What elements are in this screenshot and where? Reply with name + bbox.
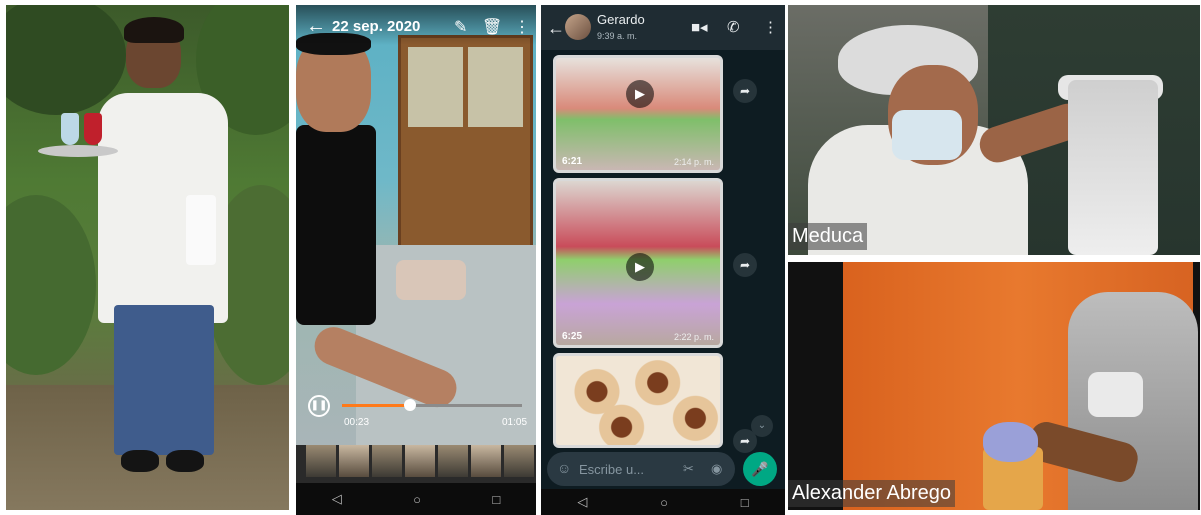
nav-recents-icon[interactable]: □: [492, 492, 500, 507]
foliage: [6, 5, 126, 115]
nav-home-icon[interactable]: ○: [660, 495, 668, 510]
input-placeholder: Escribe u...: [579, 462, 645, 477]
video-top-bar: ← 22 sep. 2020 ✎ 🗑 ⋮: [296, 5, 536, 45]
scroll-down-icon[interactable]: ⌄: [751, 415, 773, 437]
seek-progress: [342, 404, 411, 407]
cinnamon-rolls-image: [556, 356, 720, 445]
video-message[interactable]: ▶ 6:25 2:22 p. m.: [553, 178, 723, 348]
video-call-tile-2: Alexander Abrego: [788, 262, 1200, 510]
nav-back-icon[interactable]: ◁: [577, 494, 587, 510]
thumbnail[interactable]: [471, 445, 501, 477]
towel: [186, 195, 216, 265]
photo-waiter-student: [6, 5, 289, 510]
nav-back-icon[interactable]: ◁: [332, 491, 342, 507]
red-glass: [84, 113, 102, 145]
cabinet-window: [468, 47, 523, 127]
seek-bar[interactable]: [342, 399, 522, 411]
message-time: 2:22 p. m.: [673, 332, 714, 342]
forward-icon[interactable]: ➦: [733, 253, 757, 277]
foliage: [6, 195, 96, 375]
shoe: [121, 450, 159, 472]
play-icon[interactable]: ▶: [626, 80, 654, 108]
chat-header: ← Gerardo 9:39 a. m. ■◂ ✆ ⋮: [541, 5, 785, 50]
contact-name[interactable]: Gerardo: [597, 12, 645, 27]
black-shirt: [296, 125, 376, 325]
contact-status: 9:39 a. m.: [597, 31, 638, 41]
delete-icon[interactable]: 🗑: [482, 17, 502, 37]
more-vert-icon[interactable]: ⋮: [514, 17, 530, 37]
phone-icon[interactable]: ✆: [727, 18, 740, 36]
video-date: 22 sep. 2020: [332, 18, 421, 35]
mic-icon[interactable]: 🎤: [743, 452, 777, 486]
camera-icon[interactable]: ◉: [711, 461, 722, 477]
thumbnail[interactable]: [339, 445, 369, 477]
thumbnail[interactable]: [438, 445, 468, 477]
android-nav-bar: ◁ ○ □: [541, 489, 785, 515]
nav-recents-icon[interactable]: □: [741, 495, 749, 510]
thumbnail[interactable]: [306, 445, 336, 477]
serving-tray: [38, 145, 118, 157]
attach-icon[interactable]: ✂: [683, 461, 694, 477]
cabinet-window: [408, 47, 463, 127]
thumbnail[interactable]: [405, 445, 435, 477]
face-mask: [892, 110, 962, 160]
student-hair: [124, 17, 184, 43]
message-time: 2:14 p. m.: [673, 157, 714, 167]
thumbnail[interactable]: [372, 445, 402, 477]
video-call-icon[interactable]: ■◂: [691, 18, 708, 36]
pause-icon[interactable]: ❚❚: [308, 395, 330, 417]
forward-icon[interactable]: ➦: [733, 79, 757, 103]
time-total: 01:05: [502, 417, 528, 428]
blender: [1068, 80, 1158, 255]
message-input[interactable]: ☺ Escribe u... ✂ ◉: [547, 452, 735, 486]
time-current: 00:23: [344, 417, 370, 428]
more-vert-icon[interactable]: ⋮: [763, 18, 778, 36]
video-duration: 6:25: [562, 331, 583, 342]
image-message[interactable]: [553, 353, 723, 448]
avatar[interactable]: [565, 14, 591, 40]
android-nav-bar: ◁ ○ □: [296, 483, 536, 515]
glove: [983, 422, 1038, 462]
nav-home-icon[interactable]: ○: [413, 492, 421, 507]
video-thumbnail: [556, 58, 720, 170]
shoe: [166, 450, 204, 472]
jeans: [114, 305, 214, 455]
phone-video-player: ← 22 sep. 2020 ✎ 🗑 ⋮ ❚❚ 00:23 01:05 ◁ ○ …: [296, 5, 536, 515]
back-arrow-icon[interactable]: ←: [306, 15, 326, 38]
cake-dish: [396, 260, 466, 300]
play-icon[interactable]: ▶: [626, 253, 654, 281]
face-mask: [1088, 372, 1143, 417]
participant-name: Alexander Abrego: [788, 480, 956, 507]
edit-icon[interactable]: ✎: [454, 17, 467, 37]
emoji-icon[interactable]: ☺: [557, 460, 571, 476]
thumbnail[interactable]: [504, 445, 534, 477]
whatsapp-chat: ← Gerardo 9:39 a. m. ■◂ ✆ ⋮ ▶ 6:21 2:14 …: [541, 5, 785, 515]
video-message[interactable]: ▶ 6:21 2:14 p. m.: [553, 55, 723, 173]
video-call-tile-1: Meduca: [788, 5, 1200, 255]
thumbnail-strip: [306, 445, 536, 477]
back-arrow-icon[interactable]: ←: [547, 18, 565, 39]
video-duration: 6:21: [562, 156, 583, 167]
participant-name: Meduca: [788, 223, 868, 250]
clear-glass: [61, 113, 79, 145]
